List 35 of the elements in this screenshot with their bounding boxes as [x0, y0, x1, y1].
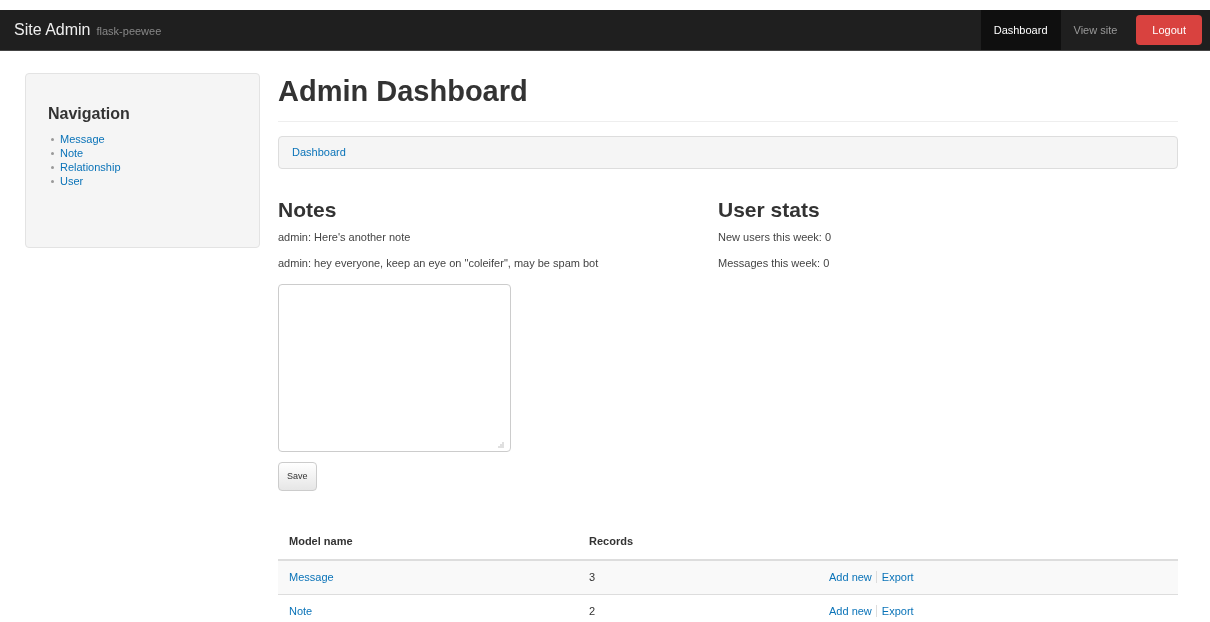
section-title: User stats [718, 197, 821, 223]
note-text: admin: hey everyone, keep an eye on "coleifer", may be spam bot [278, 256, 600, 270]
action-link[interactable]: Export [875, 571, 914, 583]
bullet-icon [51, 165, 54, 169]
stat-text: New users this week: 0 [718, 230, 833, 244]
column-header: Records [589, 535, 634, 548]
stat-text: Messages this week: 0 [718, 256, 831, 270]
action-link[interactable]: Add new [829, 571, 872, 583]
note-text: admin: Here's another note [278, 230, 412, 244]
brand-subtitle: flask-peewee [96, 24, 162, 40]
model-link[interactable]: Note [289, 604, 313, 617]
bullet-icon [51, 137, 54, 141]
bullet-icon [51, 179, 54, 183]
bullet-icon [51, 151, 54, 155]
sidebar-title: Navigation [47, 104, 131, 124]
resize-grip-icon[interactable] [498, 442, 504, 448]
logout-button[interactable]: Logout [1136, 15, 1202, 45]
table-cell: 2 [589, 604, 596, 617]
brand-title[interactable]: Site Admin [14, 18, 91, 42]
sidebar-link[interactable]: Note [60, 146, 84, 160]
action-link[interactable]: Export [875, 604, 914, 617]
column-header: Model name [289, 535, 353, 548]
page-title: Admin Dashboard [278, 73, 1178, 122]
model-link[interactable]: Message [289, 571, 334, 583]
section-title: Notes [278, 197, 338, 223]
sidebar-link[interactable]: Message [60, 132, 105, 146]
table-cell: 3 [589, 571, 596, 583]
note-textarea[interactable] [278, 284, 511, 452]
sidebar-link[interactable]: Relationship [60, 160, 121, 174]
nav-link[interactable]: Dashboard [980, 10, 1061, 50]
action-link[interactable]: Add new [829, 604, 872, 617]
save-button[interactable]: Save [278, 462, 317, 491]
nav-link[interactable]: View site [1060, 10, 1131, 50]
breadcrumb-link[interactable]: Dashboard [292, 144, 346, 161]
sidebar-link[interactable]: User [60, 174, 84, 188]
